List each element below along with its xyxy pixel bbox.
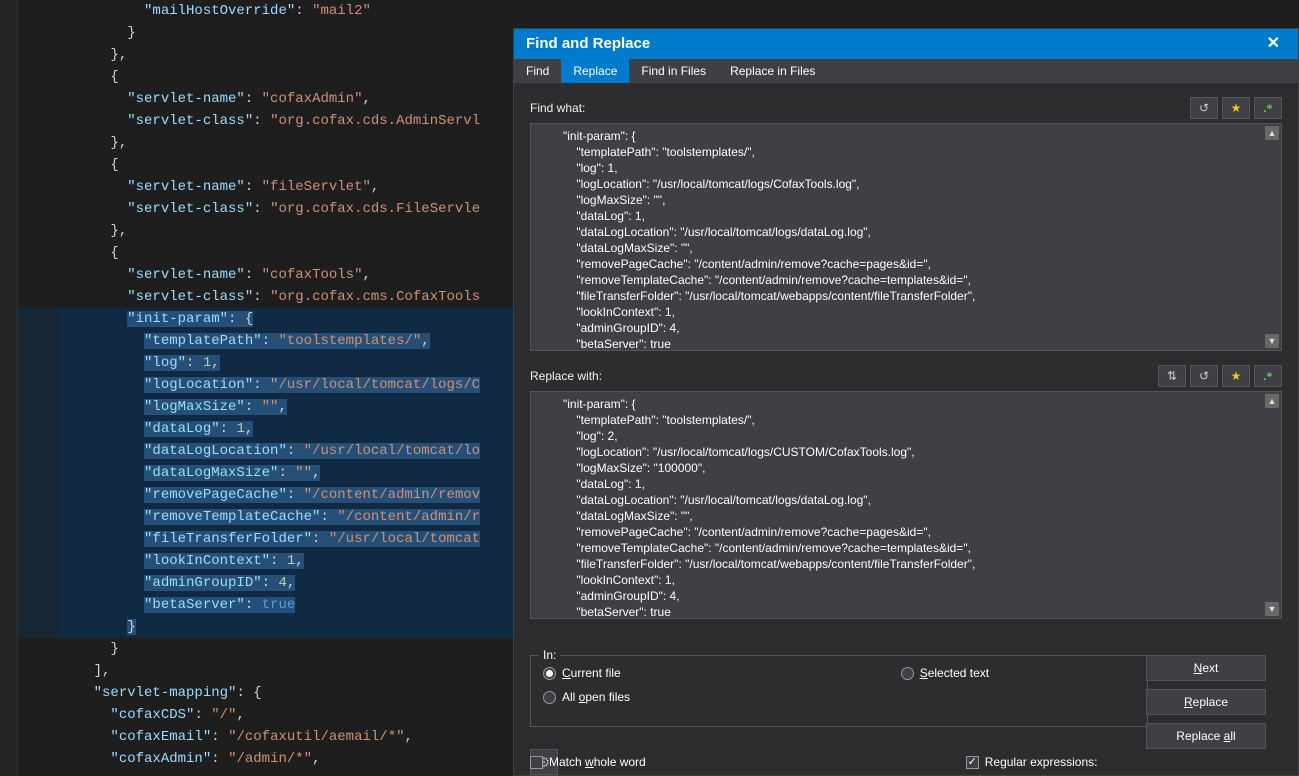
radio-selected-text-label: Selected text [920,666,989,680]
history-icon[interactable]: ↺ [1190,365,1218,387]
scope-group: In: Current file Selected text All open … [530,655,1148,727]
find-what-label: Find what: [530,101,585,115]
radio-all-open-files[interactable]: All open files [543,690,630,704]
favorite-icon[interactable]: ★ [1222,365,1250,387]
replace-button[interactable]: Replace [1146,689,1266,715]
dialog-title-text: Find and Replace [526,29,650,59]
check-match-whole-word[interactable]: Match whole word [530,755,646,769]
find-textbox-content[interactable]: "init-param": { "templatePath": "toolste… [531,124,1281,351]
checkbox-icon [530,756,543,769]
tab-find-in-files[interactable]: Find in Files [629,59,718,83]
favorite-icon[interactable]: ★ [1222,97,1250,119]
scope-label: In: [539,648,560,662]
radio-dot-icon [543,691,556,704]
tab-replace-in-files[interactable]: Replace in Files [718,59,827,83]
dialog-tabs: Find Replace Find in Files Replace in Fi… [514,59,1298,83]
replace-with-label: Replace with: [530,369,602,383]
regex-icon[interactable]: .* [1254,97,1282,119]
checkbox-icon [966,756,979,769]
radio-current-file-label: Current file [562,666,621,680]
tab-replace[interactable]: Replace [561,59,629,83]
radio-selected-text[interactable]: Selected text [901,666,989,680]
radio-all-open-label: All open files [562,690,630,704]
scroll-up-icon[interactable]: ▲ [1265,126,1279,140]
radio-dot-icon [901,667,914,680]
tab-find[interactable]: Find [514,59,561,83]
find-textbox[interactable]: "init-param": { "templatePath": "toolste… [530,123,1282,351]
replace-all-button[interactable]: Replace all [1146,723,1266,749]
find-replace-dialog: Find and Replace ✕ Find Replace Find in … [513,28,1299,776]
match-whole-label: Match whole word [549,755,646,769]
replace-textbox[interactable]: "init-param": { "templatePath": "toolste… [530,391,1282,619]
next-button[interactable]: Next [1146,655,1266,681]
scroll-down-icon[interactable]: ▼ [1265,602,1279,616]
radio-dot-icon [543,667,556,680]
replace-textbox-content[interactable]: "init-param": { "templatePath": "toolste… [531,392,1281,619]
scroll-down-icon[interactable]: ▼ [1265,334,1279,348]
history-icon[interactable]: ↺ [1190,97,1218,119]
check-regex[interactable]: Regular expressions: [966,755,1098,769]
regex-label: Regular expressions: [985,755,1098,769]
code-line[interactable]: "mailHostOverride": "mail2" [60,0,1299,22]
close-icon[interactable]: ✕ [1261,29,1286,59]
swap-icon[interactable]: ⇅ [1158,365,1186,387]
scroll-up-icon[interactable]: ▲ [1265,394,1279,408]
radio-current-file[interactable]: Current file [543,666,621,680]
regex-icon[interactable]: .* [1254,365,1282,387]
folding-gutter[interactable] [0,0,18,776]
dialog-titlebar[interactable]: Find and Replace ✕ [514,29,1298,59]
